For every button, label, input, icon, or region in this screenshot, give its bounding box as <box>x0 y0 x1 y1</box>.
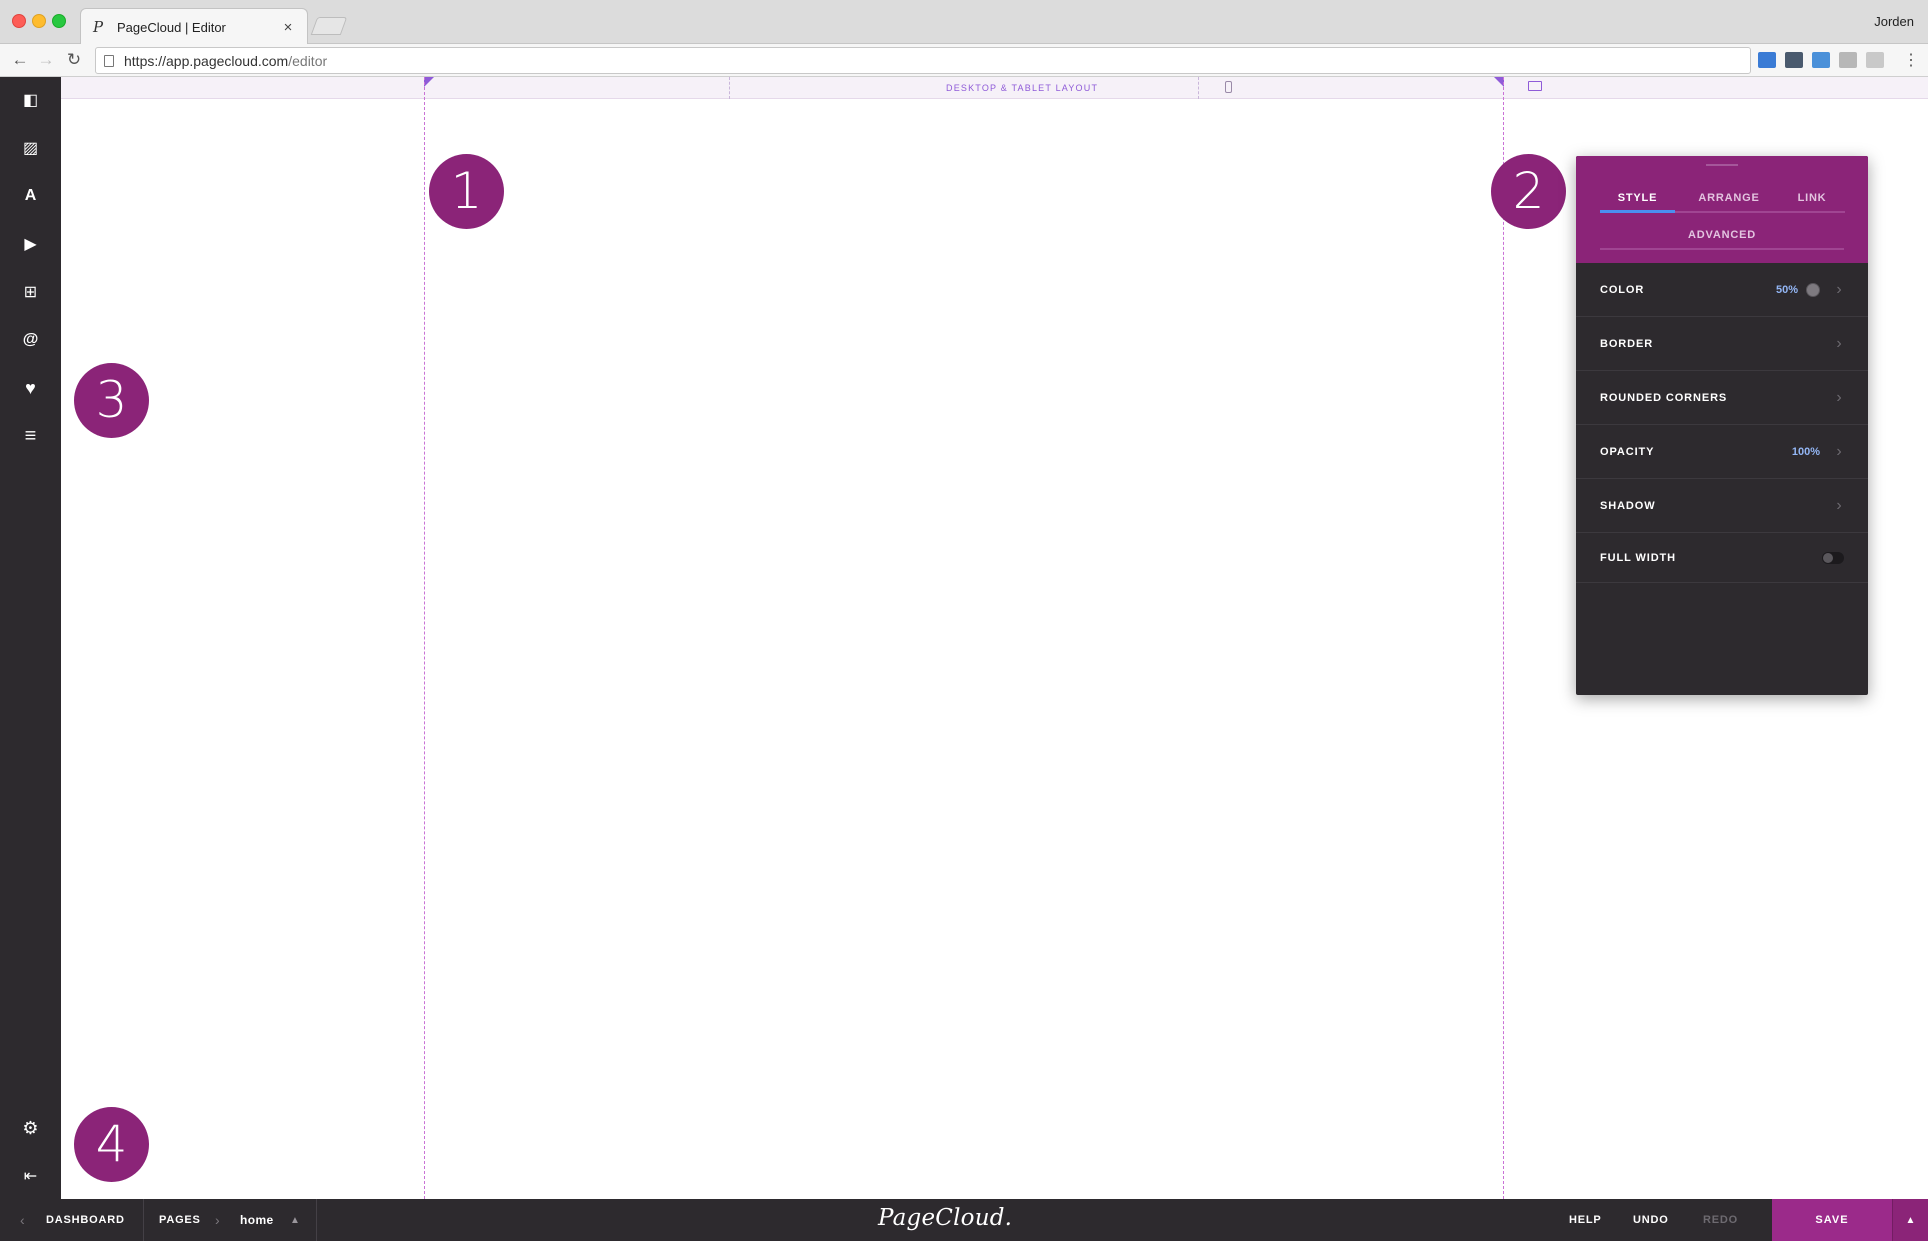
text-icon[interactable]: A <box>0 180 61 212</box>
border-label: BORDER <box>1600 337 1654 350</box>
browser-user-name[interactable]: Jorden <box>1874 14 1914 29</box>
opacity-value: 100% <box>1791 445 1820 458</box>
layout-label: DESKTOP & TABLET LAYOUT <box>946 83 1099 93</box>
color-swatch[interactable] <box>1806 282 1820 297</box>
shadow-row[interactable]: SHADOW › <box>1576 479 1868 533</box>
callout-badge-4: 4 <box>74 1107 149 1182</box>
help-button[interactable]: HELP <box>1569 1199 1602 1241</box>
back-arrow-icon[interactable]: ← <box>10 50 30 70</box>
settings-gear-icon[interactable]: ⚙ <box>0 1112 61 1144</box>
panel-header: STYLE ARRANGE LINK ADVANCED <box>1576 156 1868 263</box>
pages-button[interactable]: PAGES <box>159 1199 201 1241</box>
tab-arrange[interactable]: ARRANGE <box>1684 192 1774 204</box>
bottom-divider <box>143 1199 144 1241</box>
menu-icon[interactable]: ≡ <box>0 420 61 452</box>
chevron-right-icon: › <box>1836 280 1842 298</box>
opacity-label: OPACITY <box>1600 445 1655 458</box>
layout-bar: DESKTOP & TABLET LAYOUT <box>61 77 1928 99</box>
tab-link[interactable]: LINK <box>1778 192 1846 204</box>
extension-2-icon[interactable] <box>1785 52 1803 68</box>
tab-title: PageCloud | Editor <box>117 19 226 35</box>
desktop-layout-icon[interactable] <box>1528 81 1542 91</box>
extension-5-icon[interactable] <box>1866 52 1884 68</box>
bottom-divider <box>316 1199 317 1241</box>
editor-window: P PageCloud | Editor × Jorden ← → ↻ http… <box>0 0 1928 1241</box>
full-width-toggle[interactable] <box>1822 551 1844 564</box>
browser-menu-icon[interactable]: ⋮ <box>1903 50 1919 70</box>
at-sign-icon[interactable]: @ <box>0 324 61 356</box>
extension-3-icon[interactable] <box>1812 52 1830 68</box>
page-menu-caret-icon[interactable]: ▲ <box>290 1199 301 1241</box>
save-options-caret-icon[interactable]: ▲ <box>1892 1199 1928 1241</box>
tab-underline <box>1600 248 1844 250</box>
layout-divider <box>729 77 730 99</box>
tab-style[interactable]: STYLE <box>1600 192 1675 204</box>
tab-close-icon[interactable]: × <box>281 19 295 36</box>
tab-advanced[interactable]: ADVANCED <box>1600 229 1844 241</box>
chevron-right-icon: › <box>1836 334 1842 352</box>
extension-icons <box>1758 52 1884 68</box>
browser-toolbar: ← → ↻ https://app.pagecloud.com/editor <box>0 44 1928 77</box>
forward-arrow-icon[interactable]: → <box>36 50 56 70</box>
opacity-row[interactable]: OPACITY 100% › <box>1576 425 1868 479</box>
left-margin-marker[interactable] <box>424 77 434 87</box>
callout-badge-2: 2 <box>1491 154 1566 229</box>
minimize-window-button[interactable] <box>32 14 46 28</box>
active-tab-indicator <box>1600 210 1675 213</box>
collapse-sidebar-icon[interactable]: ⇤ <box>0 1160 61 1192</box>
color-value: 50% <box>1775 283 1798 296</box>
redo-button[interactable]: REDO <box>1703 1199 1738 1241</box>
browser-tab[interactable]: P PageCloud | Editor × <box>80 8 308 45</box>
pagecloud-logo: PageCloud. <box>878 1205 1013 1231</box>
callout-badge-3: 3 <box>74 363 149 438</box>
mobile-layout-icon[interactable] <box>1225 81 1232 93</box>
extension-4-icon[interactable] <box>1839 52 1857 68</box>
back-chevron-icon[interactable]: ‹ <box>20 1199 25 1241</box>
undo-button[interactable]: UNDO <box>1633 1199 1669 1241</box>
layout-divider <box>1198 77 1199 99</box>
shapes-icon[interactable]: ◧ <box>0 84 61 116</box>
tab-underline <box>1675 211 1845 213</box>
full-width-row: FULL WIDTH <box>1576 533 1868 583</box>
add-widget-icon[interactable]: ⊞ <box>0 276 61 308</box>
maximize-window-button[interactable] <box>52 14 66 28</box>
address-bar[interactable]: https://app.pagecloud.com/editor <box>95 47 1751 74</box>
browser-titlebar: P PageCloud | Editor × Jorden <box>0 0 1928 45</box>
close-window-button[interactable] <box>12 14 26 28</box>
full-width-label: FULL WIDTH <box>1600 551 1677 564</box>
video-icon[interactable]: ▶ <box>0 228 61 260</box>
chevron-right-icon: › <box>1836 442 1842 460</box>
left-page-guide <box>424 77 425 1199</box>
new-tab-button[interactable] <box>310 17 348 35</box>
color-row[interactable]: COLOR 50% › <box>1576 263 1868 317</box>
callout-badge-1: 1 <box>429 154 504 229</box>
shadow-label: SHADOW <box>1600 499 1656 512</box>
panel-drag-handle[interactable] <box>1706 164 1738 166</box>
right-page-guide <box>1503 77 1504 1199</box>
page-info-icon[interactable] <box>104 54 114 67</box>
border-row[interactable]: BORDER › <box>1576 317 1868 371</box>
rounded-corners-row[interactable]: ROUNDED CORNERS › <box>1576 371 1868 425</box>
save-button[interactable]: SAVE <box>1772 1199 1892 1241</box>
current-page-selector[interactable]: home <box>240 1199 274 1241</box>
dashboard-button[interactable]: DASHBOARD <box>46 1199 125 1241</box>
image-icon[interactable]: ▨ <box>0 132 61 164</box>
heart-icon[interactable]: ♥ <box>0 372 61 404</box>
breadcrumb-chevron-icon: › <box>215 1212 221 1228</box>
color-label: COLOR <box>1600 283 1645 296</box>
left-sidebar: ◧ ▨ A ▶ ⊞ @ ♥ ≡ ⚙ ⇤ <box>0 77 61 1199</box>
bottom-bar: ‹ DASHBOARD PAGES › home ▲ PageCloud. HE… <box>0 1199 1928 1241</box>
chevron-right-icon: › <box>1836 496 1842 514</box>
style-panel: STYLE ARRANGE LINK ADVANCED COLOR 50% › … <box>1576 156 1868 695</box>
reload-icon[interactable]: ↻ <box>64 50 84 70</box>
url-text[interactable]: https://app.pagecloud.com/editor <box>124 53 327 69</box>
extension-1-icon[interactable] <box>1758 52 1776 68</box>
rounded-corners-label: ROUNDED CORNERS <box>1600 391 1728 404</box>
toggle-knob <box>1823 552 1833 563</box>
chevron-right-icon: › <box>1836 388 1842 406</box>
pagecloud-favicon-icon: P <box>93 18 104 36</box>
